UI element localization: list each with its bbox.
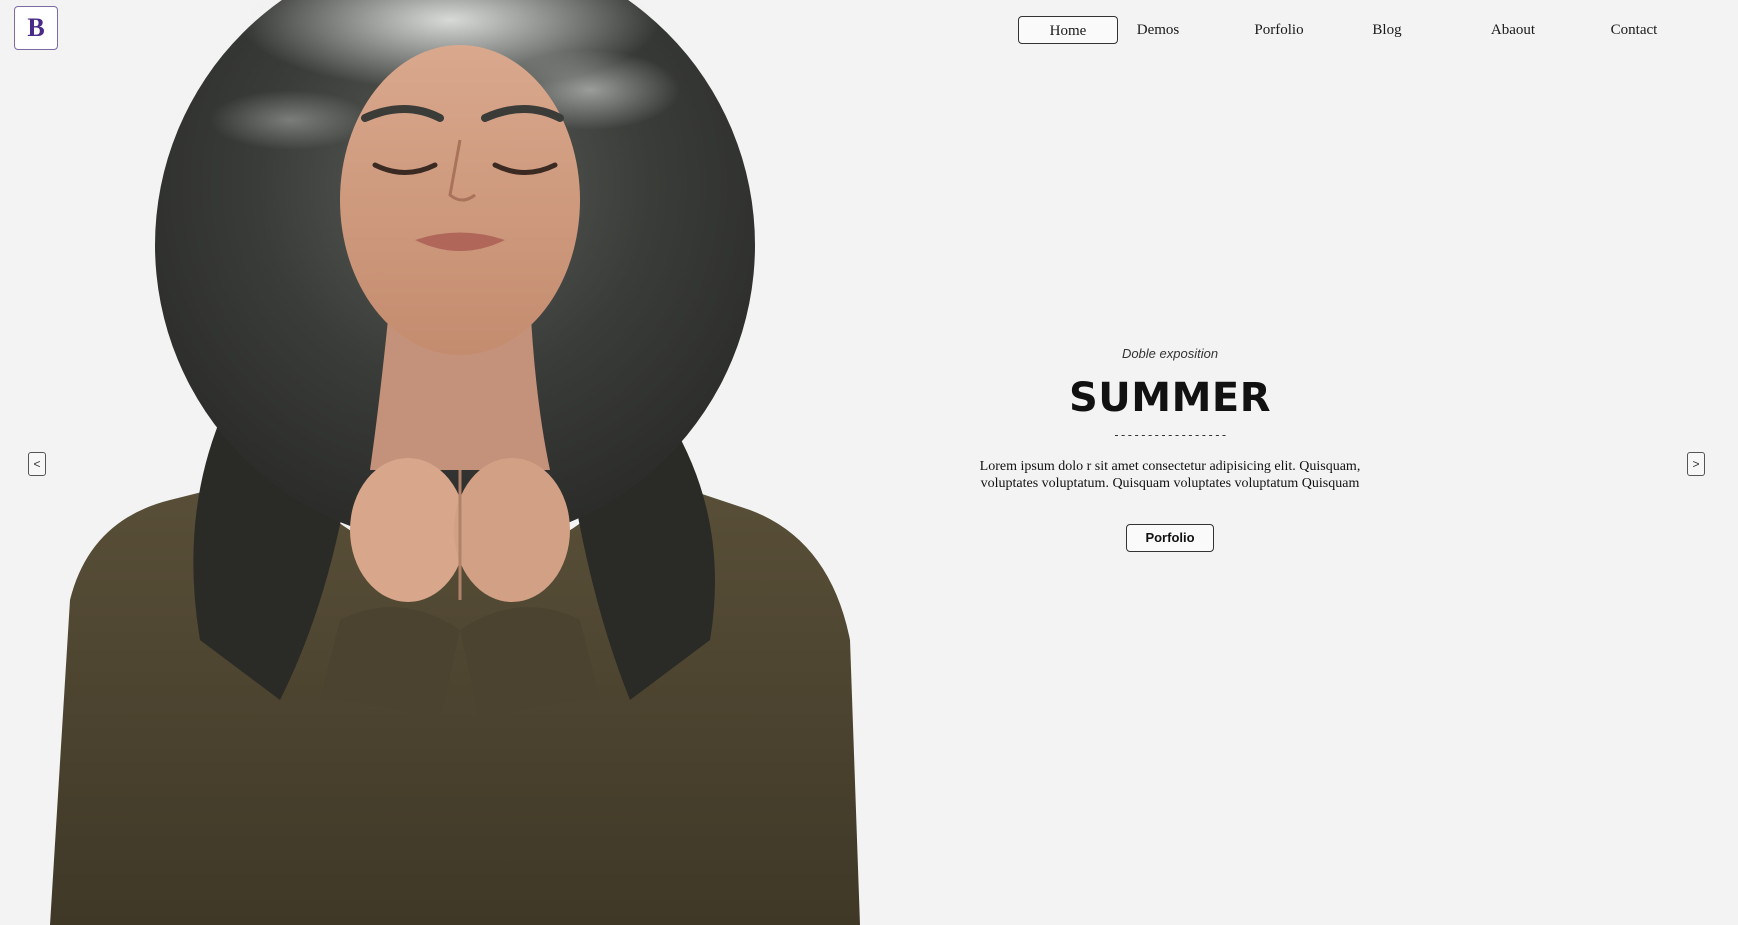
hero-title: SUMMER <box>1068 375 1272 421</box>
nav-contact[interactable]: Contact <box>1604 16 1664 44</box>
nav-home[interactable]: Home <box>1018 16 1118 44</box>
nav-demos[interactable]: Demos <box>1130 16 1186 44</box>
hero-divider: ----------------- <box>1112 428 1228 442</box>
nav-portfolio[interactable]: Porfolio <box>1248 16 1310 44</box>
hero-content: Doble exposition SUMMER ----------------… <box>940 346 1400 552</box>
slider-next-button[interactable]: > <box>1687 452 1705 476</box>
nav-blog[interactable]: Blog <box>1366 16 1408 44</box>
portfolio-button[interactable]: Porfolio <box>1126 524 1214 552</box>
hero-description-line-2: voluptates voluptatum. Quisquam voluptat… <box>980 476 1360 491</box>
hero-description: Lorem ipsum dolo r sit amet consectetur … <box>960 458 1380 492</box>
slider-prev-button[interactable]: < <box>28 452 46 476</box>
chevron-right-icon: > <box>1692 457 1700 471</box>
nav-about[interactable]: Abaout <box>1482 16 1544 44</box>
hero-description-line-1: Lorem ipsum dolo r sit amet consectetur … <box>979 459 1361 474</box>
chevron-left-icon: < <box>33 457 41 471</box>
hero-kicker: Doble exposition <box>1121 346 1219 361</box>
hero-double-exposure-image <box>50 0 860 925</box>
